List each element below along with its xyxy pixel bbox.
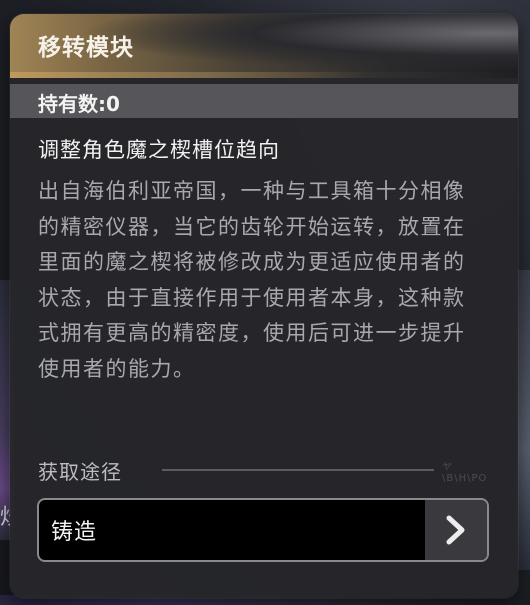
acquisition-forge-button[interactable]: 铸造 (37, 498, 489, 562)
item-tooltip-panel: 移转模块 持有数:0 调整角色魔之楔槽位趋向 出自海伯利亚帝国，一种与工具箱十分… (10, 14, 518, 598)
section-decoration-text: ヤ\B\H\PO (442, 462, 488, 484)
game-scene: 炒 移转模块 持有数:0 调整角色魔之楔槽位趋向 出自海伯利亚帝国，一种与工具箱… (0, 0, 530, 605)
go-arrow-box[interactable] (425, 500, 487, 560)
chevron-right-icon (446, 515, 465, 545)
item-effect-subtitle: 调整角色魔之楔槽位趋向 (38, 138, 280, 162)
owned-count-label: 持有数:0 (38, 92, 120, 116)
acquisition-section-header: 获取途径 ヤ\B\H\PO (38, 456, 492, 484)
item-title: 移转模块 (38, 35, 134, 61)
section-divider (162, 469, 434, 471)
item-header: 移转模块 (10, 14, 518, 78)
item-description: 出自海伯利亚帝国，一种与工具箱十分相像的精密仪器，当它的齿轮开始运转，放置在里面… (38, 179, 466, 381)
owned-count-bar: 持有数:0 (10, 84, 518, 118)
acquisition-label: 获取途径 (38, 460, 122, 484)
acquisition-forge-label: 铸造 (51, 520, 98, 545)
background-right-panel (516, 270, 530, 570)
